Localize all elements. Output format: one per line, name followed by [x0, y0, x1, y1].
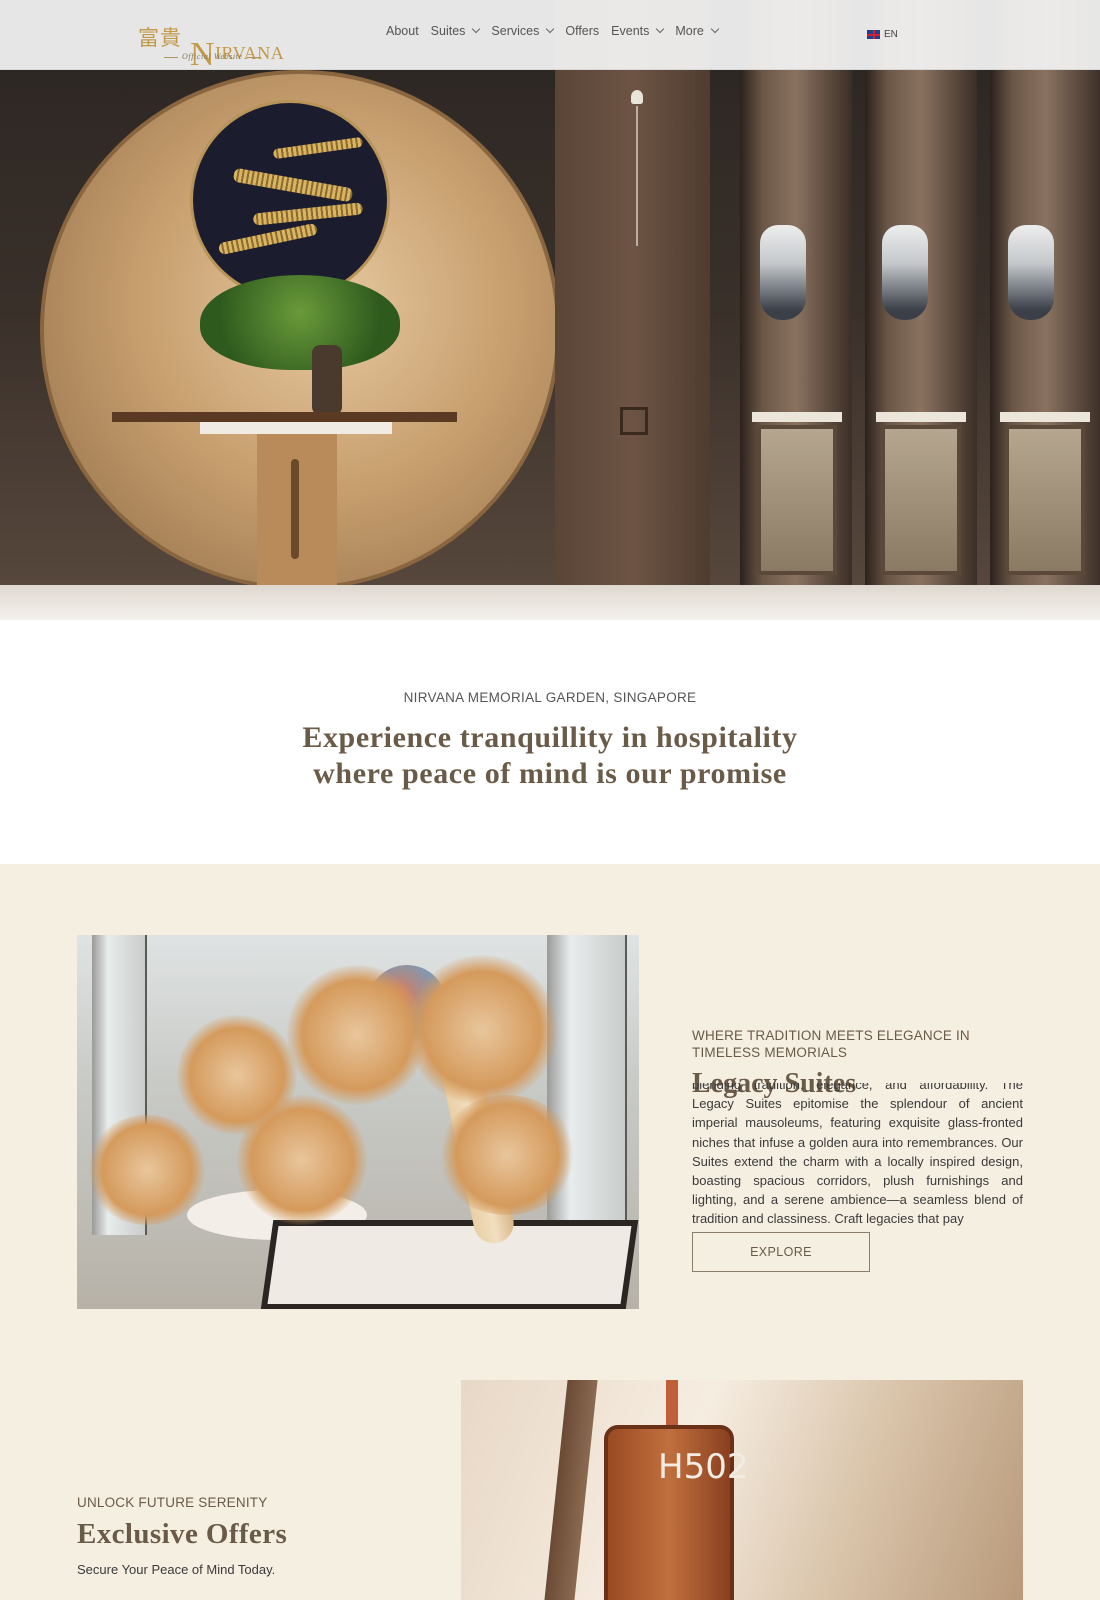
site-header: 富貴 NIRVANA Official Website About Suites…: [0, 0, 1100, 73]
legacy-suites-image: [77, 935, 639, 1309]
nav-item-suites[interactable]: Suites: [430, 24, 481, 38]
main-nav: About Suites Services Offers Events More: [386, 24, 730, 38]
legacy-kicker: WHERE TRADITION MEETS ELEGANCE IN TIMELE…: [692, 1028, 970, 1060]
nav-label: More: [675, 24, 704, 38]
niche-shelf: [1000, 412, 1090, 422]
language-label: EN: [884, 29, 898, 40]
nav-label: Services: [491, 24, 540, 38]
intro-title: Experience tranquillity in hospitality w…: [0, 720, 1100, 792]
urn-vase: [1008, 225, 1054, 320]
nav-label: Offers: [565, 24, 600, 38]
chevron-down-icon: [710, 24, 720, 34]
nav-item-offers[interactable]: Offers: [565, 24, 599, 38]
bonsai-trunk: [312, 345, 342, 415]
door-ornament: [620, 407, 648, 435]
niche-shelf: [752, 412, 842, 422]
pine-sculpture: [407, 955, 557, 1105]
intro-kicker: NIRVANA MEMORIAL GARDEN, SINGAPORE: [403, 690, 697, 705]
lotus-lamp: [629, 90, 645, 250]
legacy-body: blending tradition, elegance, and afford…: [692, 1083, 1023, 1226]
nav-item-about[interactable]: About: [386, 24, 419, 38]
offers-image: H502: [461, 1380, 1023, 1600]
pine-sculpture: [87, 1115, 207, 1225]
logo-tagline: Official Website: [160, 52, 265, 61]
bonsai-tree: [200, 275, 400, 370]
nav-label: About: [386, 24, 419, 38]
wood-beam: [544, 1380, 598, 1600]
niche-cabinet: [881, 425, 961, 575]
chevron-down-icon: [472, 24, 481, 34]
console-marble: [200, 422, 392, 434]
legacy-body-scroll[interactable]: blending tradition, elegance, and afford…: [692, 1083, 1023, 1226]
nav-label: Suites: [430, 24, 466, 38]
hero-image: [0, 0, 1100, 620]
uk-flag-icon: [867, 30, 880, 39]
chevron-down-icon: [656, 24, 665, 34]
round-artwork: [190, 100, 390, 300]
intro-title-line1: Experience tranquillity in hospitality: [302, 721, 798, 754]
nav-item-services[interactable]: Services: [491, 24, 555, 38]
niche-shelf: [876, 412, 966, 422]
chevron-down-icon: [546, 24, 555, 34]
offers-kicker: UNLOCK FUTURE SERENITY: [77, 1495, 268, 1510]
nav-label: Events: [611, 24, 650, 38]
pine-sculpture: [287, 965, 427, 1105]
offers-subtitle: Secure Your Peace of Mind Today.: [77, 1562, 276, 1577]
niche-cabinet: [1005, 425, 1085, 575]
hero-floor: [0, 585, 1100, 620]
sign-rod: [666, 1380, 678, 1430]
logo-wordmark: NIRVANA: [190, 30, 284, 73]
offers-title: Exclusive Offers: [77, 1518, 288, 1550]
console-pedestal: [257, 434, 337, 594]
language-switcher[interactable]: EN: [867, 29, 898, 40]
suite-sign-text: H502: [658, 1447, 749, 1487]
nirvana-logo[interactable]: 富貴 NIRVANA Official Website: [138, 6, 284, 73]
intro-section: NIRVANA MEMORIAL GARDEN, SINGAPORE Exper…: [0, 620, 1100, 864]
urn-vase: [760, 225, 806, 320]
zen-sand-display: [260, 1220, 639, 1309]
nav-item-events[interactable]: Events: [611, 24, 665, 38]
logo-cjk-text: 富貴: [138, 26, 182, 50]
urn-vase: [882, 225, 928, 320]
console-table: [112, 412, 457, 422]
nav-item-more[interactable]: More: [675, 24, 720, 38]
pine-sculpture: [237, 1095, 367, 1225]
intro-title-line2: where peace of mind is our promise: [313, 757, 787, 790]
explore-button[interactable]: EXPLORE: [692, 1232, 870, 1272]
pine-sculpture: [437, 1095, 577, 1215]
suite-sign: H502: [604, 1425, 749, 1600]
niche-cabinet: [757, 425, 837, 575]
